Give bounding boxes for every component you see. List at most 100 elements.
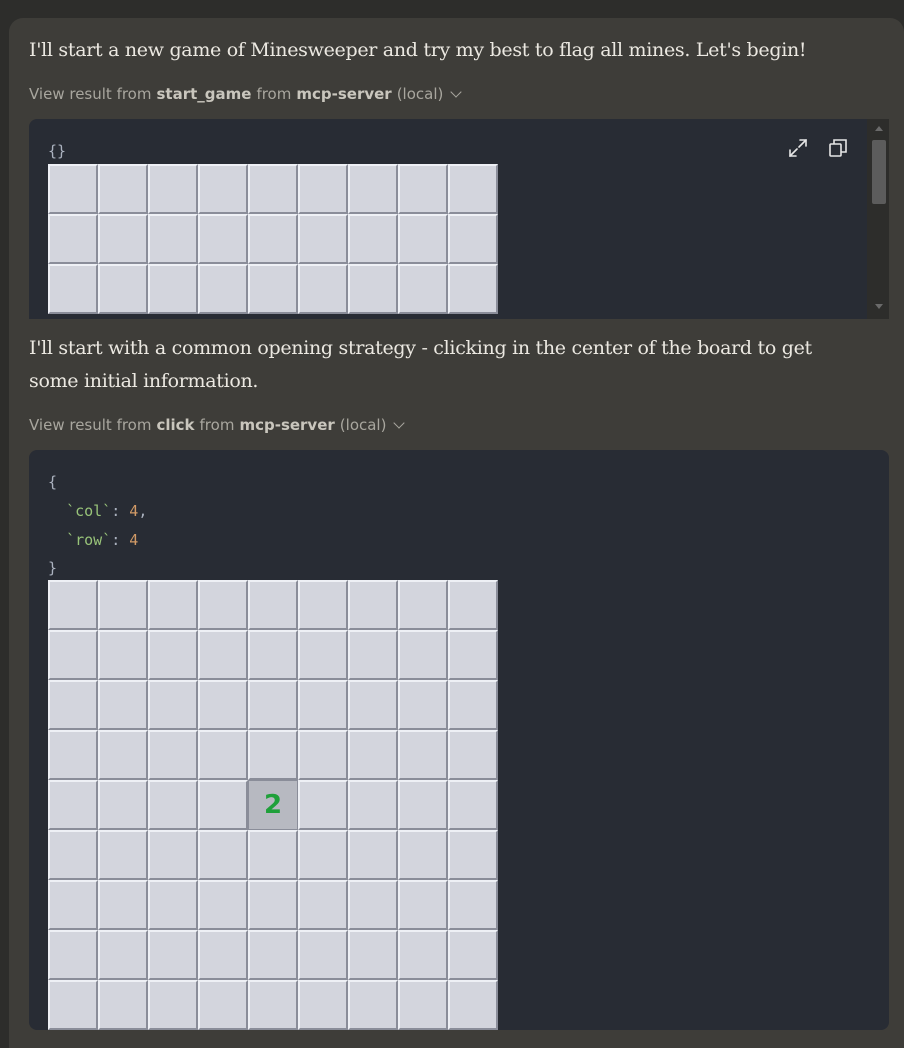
board-cell[interactable] xyxy=(48,780,98,830)
board-cell[interactable] xyxy=(198,680,248,730)
board-cell[interactable] xyxy=(298,880,348,930)
board-cell[interactable] xyxy=(448,930,498,980)
board-cell[interactable] xyxy=(48,630,98,680)
board-cell[interactable] xyxy=(448,164,498,214)
board-cell[interactable] xyxy=(98,164,148,214)
scroll-down-arrow-icon[interactable] xyxy=(875,304,883,309)
board-cell[interactable] xyxy=(198,264,248,314)
board-cell[interactable] xyxy=(298,780,348,830)
board-cell[interactable] xyxy=(298,830,348,880)
board-cell[interactable] xyxy=(348,630,398,680)
board-cell[interactable] xyxy=(148,630,198,680)
board-cell[interactable] xyxy=(398,880,448,930)
board-cell[interactable] xyxy=(198,580,248,630)
board-cell[interactable] xyxy=(398,730,448,780)
board-cell[interactable] xyxy=(98,214,148,264)
board-cell[interactable] xyxy=(48,264,98,314)
board-cell[interactable] xyxy=(448,830,498,880)
board-cell[interactable] xyxy=(448,780,498,830)
board-cell[interactable] xyxy=(148,780,198,830)
board-cell[interactable] xyxy=(298,580,348,630)
board-cell[interactable] xyxy=(48,980,98,1030)
board-cell[interactable] xyxy=(398,780,448,830)
board-cell[interactable] xyxy=(348,214,398,264)
board-cell[interactable] xyxy=(448,580,498,630)
board-cell[interactable] xyxy=(448,680,498,730)
board-cell[interactable] xyxy=(48,880,98,930)
board-cell[interactable] xyxy=(348,980,398,1030)
board-cell[interactable] xyxy=(248,580,298,630)
board-cell[interactable] xyxy=(48,214,98,264)
board-cell[interactable] xyxy=(248,930,298,980)
board-cell[interactable] xyxy=(48,164,98,214)
board-cell[interactable] xyxy=(348,880,398,930)
board-cell[interactable] xyxy=(148,164,198,214)
board-cell[interactable] xyxy=(198,780,248,830)
scroll-up-arrow-icon[interactable] xyxy=(875,126,883,131)
board-cell[interactable] xyxy=(348,830,398,880)
board-cell[interactable] xyxy=(148,214,198,264)
board-cell[interactable] xyxy=(398,980,448,1030)
board-cell[interactable] xyxy=(348,780,398,830)
board-cell[interactable] xyxy=(448,880,498,930)
code-scrollbar-thumb[interactable] xyxy=(872,140,886,204)
board-cell[interactable] xyxy=(398,580,448,630)
board-cell[interactable] xyxy=(248,164,298,214)
board-cell[interactable] xyxy=(98,880,148,930)
board-cell[interactable] xyxy=(98,630,148,680)
board-cell[interactable] xyxy=(398,930,448,980)
board-cell[interactable] xyxy=(48,580,98,630)
board-cell[interactable] xyxy=(98,680,148,730)
board-cell[interactable] xyxy=(348,930,398,980)
board-cell[interactable] xyxy=(298,930,348,980)
view-result-click[interactable]: View result from click from mcp-server (… xyxy=(29,414,406,436)
board-cell[interactable] xyxy=(198,830,248,880)
board-cell[interactable] xyxy=(248,214,298,264)
board-cell[interactable] xyxy=(198,930,248,980)
board-cell[interactable] xyxy=(198,980,248,1030)
board-cell[interactable] xyxy=(398,214,448,264)
board-cell[interactable] xyxy=(398,830,448,880)
board-cell[interactable] xyxy=(248,880,298,930)
board-cell[interactable] xyxy=(448,730,498,780)
board-cell[interactable] xyxy=(148,980,198,1030)
board-cell[interactable] xyxy=(48,730,98,780)
board-cell[interactable] xyxy=(298,630,348,680)
board-cell[interactable] xyxy=(98,580,148,630)
board-cell[interactable] xyxy=(48,830,98,880)
board-cell[interactable] xyxy=(98,780,148,830)
board-cell[interactable] xyxy=(198,880,248,930)
board-cell[interactable] xyxy=(348,264,398,314)
view-result-start-game[interactable]: View result from start_game from mcp-ser… xyxy=(29,83,463,105)
board-cell[interactable] xyxy=(148,880,198,930)
board-cell[interactable] xyxy=(298,730,348,780)
board-cell[interactable] xyxy=(298,264,348,314)
board-cell[interactable] xyxy=(348,730,398,780)
board-cell[interactable] xyxy=(248,730,298,780)
board-cell[interactable] xyxy=(198,630,248,680)
board-cell[interactable] xyxy=(398,164,448,214)
board-cell[interactable] xyxy=(398,680,448,730)
board-cell[interactable] xyxy=(348,164,398,214)
board-cell[interactable] xyxy=(248,680,298,730)
board-cell[interactable] xyxy=(348,580,398,630)
board-cell[interactable] xyxy=(48,680,98,730)
board-cell[interactable] xyxy=(398,264,448,314)
board-cell[interactable] xyxy=(298,164,348,214)
board-cell[interactable] xyxy=(148,730,198,780)
board-cell[interactable] xyxy=(298,980,348,1030)
board-cell[interactable] xyxy=(298,214,348,264)
board-cell[interactable] xyxy=(98,730,148,780)
board-cell[interactable] xyxy=(148,264,198,314)
board-cell[interactable] xyxy=(98,980,148,1030)
board-cell[interactable] xyxy=(448,214,498,264)
board-cell[interactable] xyxy=(448,264,498,314)
board-cell[interactable] xyxy=(248,264,298,314)
board-cell[interactable] xyxy=(248,980,298,1030)
board-cell[interactable] xyxy=(148,680,198,730)
expand-icon[interactable] xyxy=(787,137,809,159)
board-cell[interactable] xyxy=(98,264,148,314)
board-cell[interactable] xyxy=(298,680,348,730)
board-cell[interactable] xyxy=(448,980,498,1030)
board-cell[interactable] xyxy=(48,930,98,980)
